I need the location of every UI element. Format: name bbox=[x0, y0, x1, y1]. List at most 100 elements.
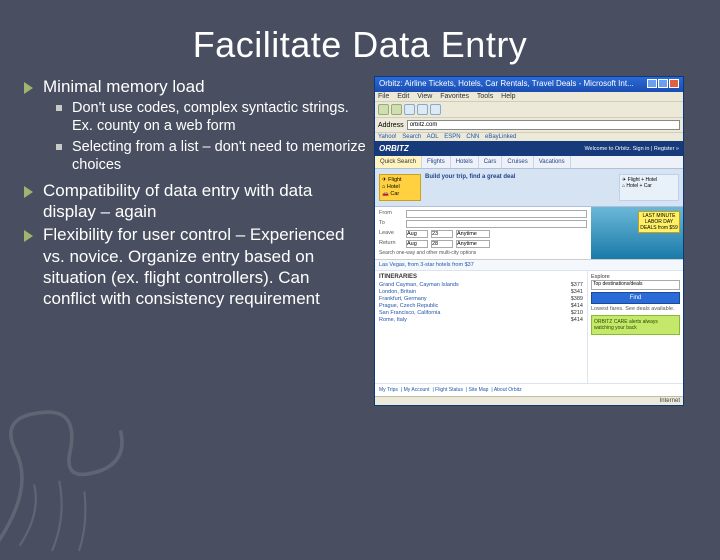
page-content: ORBITZ Welcome to Orbitz. Sign in | Regi… bbox=[375, 141, 683, 396]
promo-badge: LAST MINUTE LABOR DAY DEALS from $59 bbox=[638, 211, 680, 233]
site-logo[interactable]: ORBITZ bbox=[379, 144, 409, 153]
itineraries-list: ITINERARIES Grand Cayman, Cayman Islands… bbox=[375, 271, 587, 383]
footer-link[interactable]: My Account bbox=[404, 387, 430, 393]
explore-select[interactable]: Top destinations/deals bbox=[591, 280, 680, 290]
toolbar-link[interactable]: Search bbox=[402, 134, 421, 140]
bullet-column: Minimal memory load Don't use codes, com… bbox=[24, 76, 374, 406]
bullet-item: Compatibility of data entry with data di… bbox=[24, 180, 366, 223]
address-label: Address bbox=[378, 122, 404, 129]
radio-car[interactable]: 🚗 Car bbox=[382, 191, 418, 197]
bullet-arrow-icon bbox=[24, 82, 33, 94]
product-radios[interactable]: ✈ Flight ⌂ Hotel 🚗 Car bbox=[379, 174, 421, 201]
bullet-text: Minimal memory load bbox=[43, 76, 205, 97]
sidebar: Explore Top destinations/deals Find Lowe… bbox=[587, 271, 683, 383]
radio-flight[interactable]: ✈ Flight bbox=[382, 177, 418, 183]
toolbar-link[interactable]: Yahoo! bbox=[378, 134, 397, 140]
side-note: Lowest fares. See deals available. bbox=[591, 306, 680, 312]
search-tagline: Build your trip, find a great deal bbox=[425, 174, 615, 201]
list-item[interactable]: Rome, Italy$414 bbox=[379, 317, 583, 323]
page-footer: My Trips| My Account| Flight Status| Sit… bbox=[375, 383, 683, 396]
hero-promo[interactable]: LAST MINUTE LABOR DAY DEALS from $59 bbox=[591, 207, 683, 259]
site-header: ORBITZ Welcome to Orbitz. Sign in | Regi… bbox=[375, 141, 683, 156]
bullet-arrow-icon bbox=[24, 186, 33, 198]
menu-item[interactable]: File bbox=[378, 93, 389, 100]
tab-cars[interactable]: Cars bbox=[479, 156, 503, 168]
footer-link[interactable]: Site Map bbox=[469, 387, 489, 393]
to-input[interactable] bbox=[406, 220, 587, 228]
sub-bullet-item: Selecting from a list – don't need to me… bbox=[56, 138, 366, 174]
toolbar-link[interactable]: ESPN bbox=[444, 134, 460, 140]
leave-day[interactable]: 23 bbox=[431, 230, 453, 238]
tab-vacations[interactable]: Vacations bbox=[534, 156, 571, 168]
leave-time[interactable]: Anytime bbox=[456, 230, 490, 238]
find-button[interactable]: Find bbox=[591, 292, 680, 304]
address-input[interactable] bbox=[407, 120, 680, 130]
window-titlebar: Orbitz: Airline Tickets, Hotels, Car Ren… bbox=[375, 77, 683, 92]
nav-tabs: Quick Search Flights Hotels Cars Cruises… bbox=[375, 156, 683, 169]
return-day[interactable]: 28 bbox=[431, 240, 453, 248]
menu-item[interactable]: Favorites bbox=[440, 93, 469, 100]
window-title: Orbitz: Airline Tickets, Hotels, Car Ren… bbox=[379, 79, 634, 90]
links-toolbar: Yahoo! Search AOL ESPN CNN eBayLinked bbox=[375, 132, 683, 141]
browser-statusbar: Internet bbox=[375, 396, 683, 405]
list-item[interactable]: Frankfurt, Germany$389 bbox=[379, 296, 583, 302]
deal-banner[interactable]: Las Vegas, from 3-star hotels from $37 bbox=[375, 260, 683, 271]
browser-menubar[interactable]: File Edit View Favorites Tools Help bbox=[375, 92, 683, 101]
from-input[interactable] bbox=[406, 210, 587, 218]
list-item[interactable]: London, Britain$341 bbox=[379, 289, 583, 295]
decorative-swirl bbox=[0, 380, 160, 560]
return-month[interactable]: Aug bbox=[406, 240, 428, 248]
tab-quick-search[interactable]: Quick Search bbox=[375, 156, 422, 168]
return-time[interactable]: Anytime bbox=[456, 240, 490, 248]
itineraries-title: ITINERARIES bbox=[379, 274, 583, 280]
footer-link[interactable]: Flight Status bbox=[435, 387, 463, 393]
list-item[interactable]: Prague, Czech Republic$414 bbox=[379, 303, 583, 309]
tab-flights[interactable]: Flights bbox=[422, 156, 451, 168]
bullet-arrow-icon bbox=[24, 230, 33, 242]
tab-cruises[interactable]: Cruises bbox=[502, 156, 533, 168]
browser-screenshot: Orbitz: Airline Tickets, Hotels, Car Ren… bbox=[374, 76, 684, 406]
to-label: To bbox=[379, 220, 403, 228]
leave-label: Leave bbox=[379, 230, 403, 238]
status-right: Internet bbox=[660, 398, 680, 404]
menu-item[interactable]: Edit bbox=[397, 93, 409, 100]
from-label: From bbox=[379, 210, 403, 218]
bullet-text: Compatibility of data entry with data di… bbox=[43, 180, 366, 223]
forward-button[interactable] bbox=[391, 104, 402, 115]
oneway-check[interactable]: Search one-way and other multi-city opti… bbox=[379, 250, 587, 256]
slide-title: Facilitate Data Entry bbox=[0, 0, 720, 76]
browser-toolbar bbox=[375, 101, 683, 117]
sub-bullet-item: Don't use codes, complex syntactic strin… bbox=[56, 99, 366, 135]
toolbar-link[interactable]: CNN bbox=[466, 134, 479, 140]
radio-hotel[interactable]: ⌂ Hotel bbox=[382, 184, 418, 190]
tab-hotels[interactable]: Hotels bbox=[451, 156, 479, 168]
window-buttons[interactable] bbox=[646, 79, 679, 90]
sub-bullet-square-icon bbox=[56, 144, 62, 150]
search-form: From To LeaveAug23Anytime ReturnAug28Any… bbox=[375, 207, 591, 259]
footer-link[interactable]: My Trips bbox=[379, 387, 398, 393]
header-links[interactable]: Welcome to Orbitz. Sign in | Register » bbox=[584, 146, 679, 152]
toolbar-link[interactable]: eBayLinked bbox=[485, 134, 516, 140]
tagline-text: Build your trip, find a great deal bbox=[425, 174, 615, 180]
leave-month[interactable]: Aug bbox=[406, 230, 428, 238]
sub-bullet-square-icon bbox=[56, 105, 62, 111]
home-button[interactable] bbox=[430, 104, 441, 115]
back-button[interactable] bbox=[378, 104, 389, 115]
list-item[interactable]: Grand Cayman, Cayman Islands$377 bbox=[379, 282, 583, 288]
footer-link[interactable]: About Orbitz bbox=[494, 387, 522, 393]
menu-item[interactable]: Help bbox=[501, 93, 515, 100]
bullet-text: Flexibility for user control – Experienc… bbox=[43, 224, 366, 309]
return-label: Return bbox=[379, 240, 403, 248]
toolbar-link[interactable]: AOL bbox=[427, 134, 439, 140]
list-item[interactable]: San Francisco, California$210 bbox=[379, 310, 583, 316]
stop-button[interactable] bbox=[404, 104, 415, 115]
side-ad[interactable]: ORBITZ CARE alerts always watching your … bbox=[591, 315, 680, 335]
search-panel: ✈ Flight ⌂ Hotel 🚗 Car Build your trip, … bbox=[375, 169, 683, 207]
address-bar: Address bbox=[375, 117, 683, 132]
combo-radios[interactable]: ✈ Flight + Hotel ⌂ Hotel + Car bbox=[619, 174, 679, 201]
menu-item[interactable]: View bbox=[417, 93, 432, 100]
sub-bullet-text: Selecting from a list – don't need to me… bbox=[72, 138, 366, 174]
menu-item[interactable]: Tools bbox=[477, 93, 493, 100]
refresh-button[interactable] bbox=[417, 104, 428, 115]
radio-hotel-car[interactable]: ⌂ Hotel + Car bbox=[622, 183, 676, 189]
